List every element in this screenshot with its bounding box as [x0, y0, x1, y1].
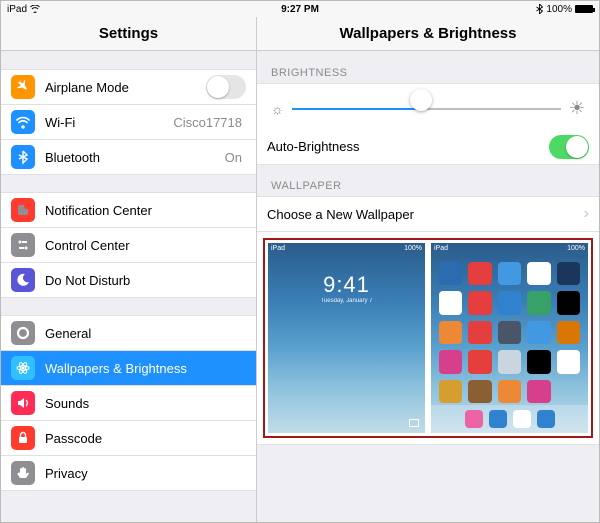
lock-preview-time: 9:41 [268, 272, 425, 298]
sidebar-item-wifi[interactable]: Wi-Fi Cisco17718 [1, 104, 256, 140]
row-value: Cisco17718 [173, 115, 242, 130]
sun-max-icon: ☀ [569, 98, 585, 119]
dock-app-icon [489, 410, 507, 428]
app-icon [557, 321, 580, 344]
app-icon [557, 262, 580, 285]
choose-wallpaper-row[interactable]: Choose a New Wallpaper › [257, 196, 599, 232]
settings-title: Settings [1, 17, 257, 50]
brightness-slider[interactable] [292, 99, 561, 119]
app-icon [468, 291, 491, 314]
app-icon [527, 350, 550, 373]
row-label: Passcode [45, 431, 246, 446]
wifi-status-icon [30, 5, 40, 13]
notify-icon [11, 198, 35, 222]
auto-brightness-toggle[interactable] [549, 135, 589, 159]
row-value: On [225, 150, 242, 165]
battery-icon [575, 5, 593, 13]
wifi-icon [11, 110, 35, 134]
airplane-toggle[interactable] [206, 75, 246, 99]
row-label: Bluetooth [45, 150, 225, 165]
sidebar-item-bluetooth[interactable]: Bluetooth On [1, 139, 256, 175]
brightness-section-header: BRIGHTNESS [257, 51, 599, 83]
app-icon [439, 291, 462, 314]
row-label: Notification Center [45, 203, 246, 218]
app-icon [527, 291, 550, 314]
app-icon [557, 291, 580, 314]
app-icon [439, 350, 462, 373]
status-time: 9:27 PM [281, 4, 319, 15]
choose-wallpaper-label: Choose a New Wallpaper [267, 207, 584, 222]
sound-icon [11, 391, 35, 415]
app-icon [498, 291, 521, 314]
moon-icon [11, 268, 35, 292]
sidebar-item-passcode[interactable]: Passcode [1, 420, 256, 456]
sun-min-icon: ☼ [271, 101, 284, 117]
app-icon [498, 262, 521, 285]
sidebar-item-privacy[interactable]: Privacy [1, 455, 256, 491]
wallpaper-previews: iPad100% 9:41 Tuesday, January 7 iPad100… [257, 231, 599, 445]
dock-app-icon [465, 410, 483, 428]
row-label: Wi-Fi [45, 115, 173, 130]
bluetooth-status-icon [536, 4, 543, 14]
chevron-right-icon: › [584, 205, 589, 223]
dock-app-icon [513, 410, 531, 428]
app-icon [468, 262, 491, 285]
bluetooth-icon [11, 145, 35, 169]
row-label: Wallpapers & Brightness [45, 361, 246, 376]
row-label: General [45, 326, 246, 341]
app-icon [439, 321, 462, 344]
wallpaper-section-header: WALLPAPER [257, 164, 599, 196]
sidebar-item-control-center[interactable]: Control Center [1, 227, 256, 263]
row-label: Sounds [45, 396, 246, 411]
row-label: Do Not Disturb [45, 273, 246, 288]
app-icon [527, 380, 550, 403]
app-icon [557, 350, 580, 373]
status-bar: iPad 9:27 PM 100% [1, 1, 599, 17]
airplane-icon [11, 75, 35, 99]
lock-icon [11, 426, 35, 450]
detail-pane[interactable]: BRIGHTNESS ☼ ☀ Auto-Brightness WALLPAPER… [257, 51, 599, 522]
detail-title: Wallpapers & Brightness [257, 17, 599, 50]
lock-preview-date: Tuesday, January 7 [268, 298, 425, 304]
row-label: Control Center [45, 238, 246, 253]
app-icon [439, 380, 462, 403]
app-icon [527, 321, 550, 344]
app-icon [527, 262, 550, 285]
sidebar-item-wallpapers-brightness[interactable]: Wallpapers & Brightness [1, 350, 256, 386]
auto-brightness-label: Auto-Brightness [267, 139, 549, 154]
atom-icon [11, 356, 35, 380]
dock-app-icon [537, 410, 555, 428]
app-icon [468, 380, 491, 403]
row-label: Airplane Mode [45, 80, 206, 95]
app-icon [498, 321, 521, 344]
sidebar-item-general[interactable]: General [1, 315, 256, 351]
home-screen-preview[interactable]: iPad100% [431, 243, 588, 433]
app-icon [468, 321, 491, 344]
auto-brightness-row: Auto-Brightness [257, 129, 599, 165]
settings-sidebar[interactable]: Airplane Mode Wi-Fi Cisco17718 Bluetooth… [1, 51, 257, 522]
device-label: iPad [7, 4, 27, 15]
sidebar-item-notification-center[interactable]: Notification Center [1, 192, 256, 228]
gear-icon [11, 321, 35, 345]
app-icon [498, 380, 521, 403]
lock-screen-preview[interactable]: iPad100% 9:41 Tuesday, January 7 [268, 243, 425, 433]
brightness-slider-row: ☼ ☀ [257, 83, 599, 129]
sidebar-item-sounds[interactable]: Sounds [1, 385, 256, 421]
sidebar-item-do-not-disturb[interactable]: Do Not Disturb [1, 262, 256, 298]
app-icon [468, 350, 491, 373]
sidebar-item-airplane-mode[interactable]: Airplane Mode [1, 69, 256, 105]
battery-pct: 100% [546, 4, 572, 15]
app-icon [439, 262, 462, 285]
camera-icon [409, 419, 419, 427]
row-label: Privacy [45, 466, 246, 481]
hand-icon [11, 461, 35, 485]
app-icon [498, 350, 521, 373]
control-icon [11, 233, 35, 257]
